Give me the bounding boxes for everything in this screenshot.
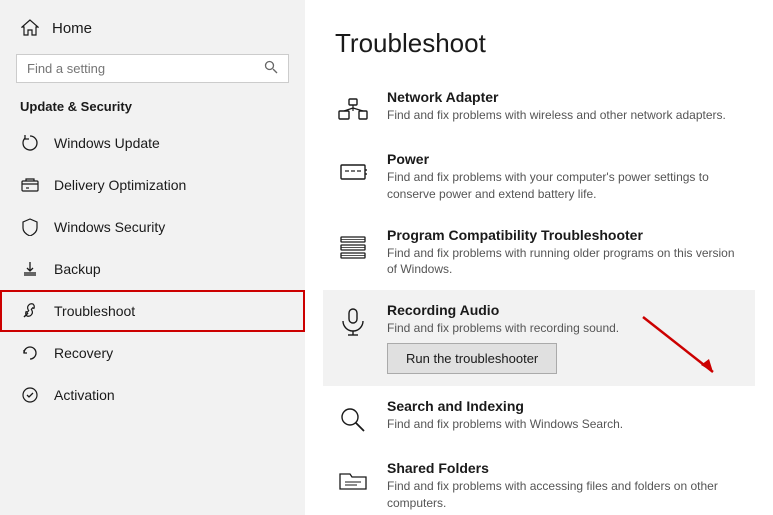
program-compat-title: Program Compatibility Troubleshooter — [387, 227, 743, 243]
backup-label: Backup — [54, 261, 101, 277]
home-icon — [20, 18, 40, 38]
windows-security-label: Windows Security — [54, 219, 165, 235]
program-icon — [335, 229, 371, 265]
red-arrow-indicator — [623, 307, 743, 387]
power-icon — [335, 153, 371, 189]
network-icon — [335, 91, 371, 127]
search-indexing-title: Search and Indexing — [387, 398, 743, 414]
network-adapter-title: Network Adapter — [387, 89, 743, 105]
search-icon — [264, 60, 278, 77]
wrench-icon — [20, 301, 40, 321]
page-title: Troubleshoot — [335, 28, 743, 59]
section-title: Update & Security — [0, 95, 305, 122]
list-item-search-indexing: Search and Indexing Find and fix problem… — [335, 386, 743, 448]
run-troubleshooter-button[interactable]: Run the troubleshooter — [387, 343, 557, 374]
search-indexing-desc: Find and fix problems with Windows Searc… — [387, 416, 743, 433]
search-indexing-icon — [335, 400, 371, 436]
search-input[interactable] — [27, 61, 258, 76]
shared-folders-title: Shared Folders — [387, 460, 743, 476]
sidebar-home[interactable]: Home — [0, 0, 305, 50]
main-content: Troubleshoot Network Adapter Find and fi… — [305, 0, 773, 515]
mic-icon — [335, 304, 371, 340]
power-desc: Find and fix problems with your computer… — [387, 169, 743, 203]
sidebar-item-windows-update[interactable]: Windows Update — [0, 122, 305, 164]
shared-folders-desc: Find and fix problems with accessing fil… — [387, 478, 743, 512]
home-label: Home — [52, 20, 92, 37]
sidebar-item-windows-security[interactable]: Windows Security — [0, 206, 305, 248]
delivery-optimization-label: Delivery Optimization — [54, 177, 186, 193]
power-title: Power — [387, 151, 743, 167]
folder-icon — [335, 462, 371, 498]
list-item-network-adapter: Network Adapter Find and fix problems wi… — [335, 77, 743, 139]
sidebar-item-delivery-optimization[interactable]: Delivery Optimization — [0, 164, 305, 206]
list-item-recording-audio: Recording Audio Find and fix problems wi… — [323, 290, 755, 386]
recovery-icon — [20, 343, 40, 363]
activation-label: Activation — [54, 387, 115, 403]
sidebar-item-troubleshoot[interactable]: Troubleshoot — [0, 290, 305, 332]
recording-audio-desc: Find and fix problems with recording sou… — [387, 320, 743, 337]
network-adapter-desc: Find and fix problems with wireless and … — [387, 107, 743, 124]
sidebar-item-activation[interactable]: Activation — [0, 374, 305, 416]
list-item-program-compat: Program Compatibility Troubleshooter Fin… — [335, 215, 743, 291]
recording-audio-title: Recording Audio — [387, 302, 743, 318]
delivery-icon — [20, 175, 40, 195]
program-compat-desc: Find and fix problems with running older… — [387, 245, 743, 279]
update-icon — [20, 133, 40, 153]
list-item-power: Power Find and fix problems with your co… — [335, 139, 743, 215]
windows-update-label: Windows Update — [54, 135, 160, 151]
sidebar-item-backup[interactable]: Backup — [0, 248, 305, 290]
backup-icon — [20, 259, 40, 279]
sidebar: Home Update & Security Windows Update — [0, 0, 305, 515]
activation-icon — [20, 385, 40, 405]
search-box[interactable] — [16, 54, 289, 83]
recovery-label: Recovery — [54, 345, 113, 361]
troubleshoot-label: Troubleshoot — [54, 303, 135, 319]
shield-icon — [20, 217, 40, 237]
sidebar-item-recovery[interactable]: Recovery — [0, 332, 305, 374]
list-item-shared-folders: Shared Folders Find and fix problems wit… — [335, 448, 743, 515]
